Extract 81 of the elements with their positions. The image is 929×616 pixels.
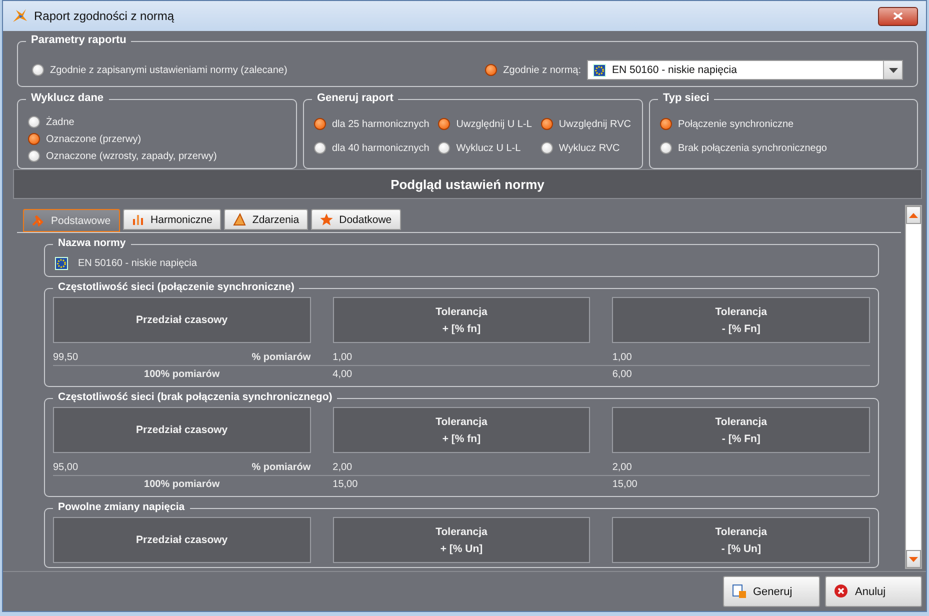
row-label: 100% pomiarów [144, 478, 220, 490]
column-header: Tolerancja + [% Un] [332, 517, 590, 563]
cancel-icon [834, 584, 849, 599]
radio-button[interactable] [660, 118, 672, 130]
table-cell-text: 1,00 [612, 352, 633, 362]
warning-icon [233, 213, 246, 226]
star-icon [320, 213, 334, 226]
row-label: % pomiarów [252, 462, 311, 472]
close-icon [893, 12, 903, 20]
group-title: Powolne zmiany napięcia [53, 501, 190, 513]
radio-label[interactable]: Wyklucz U L-L [456, 142, 521, 154]
column-header: Przedział czasowy [53, 297, 311, 343]
scroll-down-icon [909, 556, 918, 562]
radio-label[interactable]: Zgodnie z zapisanymi ustawieniami normy (zalecane) [50, 64, 288, 76]
column-header: Tolerancja - [% Un] [612, 517, 870, 563]
tab[interactable]: Podstawowe [23, 209, 120, 232]
radio-button[interactable] [438, 142, 450, 154]
group-title: Generuj raport [312, 92, 398, 104]
radio-label[interactable]: Uwzględnij RVC [558, 118, 631, 130]
norm-name: EN 50160 - niskie napięcia [78, 258, 197, 269]
radio-button[interactable] [28, 150, 40, 162]
group-title: Częstotliwość sieci (brak połączenia synchronicznego) [53, 391, 338, 403]
button[interactable]: Generuj [723, 576, 820, 607]
table-cell-text: 2,00 [332, 462, 354, 472]
scroll-up-icon [909, 212, 918, 218]
radio-button[interactable] [540, 142, 553, 154]
radio-button[interactable] [660, 142, 672, 154]
radio-button[interactable] [28, 116, 40, 128]
table-cell-text: 15,00 [332, 478, 359, 490]
column-header: Tolerancja + [% fn] [332, 407, 590, 453]
tab[interactable]: Dodatkowe [311, 209, 401, 230]
scrollbar[interactable] [905, 205, 922, 569]
radio-button[interactable] [28, 133, 40, 145]
table-cell-text: 2,00 [612, 462, 633, 472]
column-header: Tolerancja - [% Fn] [612, 297, 870, 343]
radio-label[interactable]: Brak połączenia synchronicznego [678, 142, 827, 154]
report-icon [732, 584, 747, 599]
flag-icon [55, 257, 68, 270]
group-title: Typ sieci [658, 92, 714, 104]
group-title: Parametry raportu [26, 34, 132, 46]
radio-button[interactable] [32, 64, 44, 76]
radio-label[interactable]: dla 40 harmonicznych [332, 142, 430, 154]
radio-button[interactable] [540, 118, 553, 130]
radio-label[interactable]: Połączenie synchroniczne [678, 118, 794, 130]
button[interactable]: Anuluj [825, 576, 922, 607]
row-label: % pomiarów [252, 352, 311, 362]
preview-header: Podgląd ustawień normy [13, 169, 922, 199]
column-header: Tolerancja - [% Fn] [612, 407, 870, 453]
table-cell-text: 4,00 [332, 368, 354, 380]
column-header: Przedział czasowy [53, 407, 311, 453]
group-title: Częstotliwość sieci (połączenie synchroniczne) [53, 281, 300, 293]
app-logo-icon [11, 8, 28, 24]
table-cell: 99,50 [53, 352, 78, 362]
norm-dropdown[interactable]: EN 50160 - niskie napięcia [587, 60, 903, 80]
window-title: Raport zgodności z normą [34, 9, 176, 23]
radio-button[interactable] [485, 64, 498, 76]
radio-button[interactable] [438, 118, 450, 130]
column-header: Tolerancja + [% fn] [332, 297, 590, 343]
flag-icon [593, 64, 606, 76]
close-button[interactable] [878, 6, 918, 26]
row-label: 100% pomiarów [144, 368, 220, 380]
group-title: Nazwa normy [53, 237, 131, 249]
group-title: Wyklucz dane [26, 92, 109, 104]
table-cell-text: 15,00 [612, 478, 638, 490]
table-cell-text: 6,00 [612, 368, 633, 380]
radio-label[interactable]: dla 25 harmonicznych [332, 118, 430, 130]
caret-icon [888, 68, 898, 72]
radio-label[interactable]: Uwzględnij U L-L [456, 118, 532, 130]
radio-label[interactable]: Oznaczone (wzrosty, zapady, przerwy) [46, 150, 217, 162]
table-cell: 95,00 [53, 462, 78, 472]
radio-label[interactable]: Żadne [46, 116, 74, 128]
radio-label[interactable]: Zgodnie z normą: [503, 64, 581, 76]
bar-chart-icon [132, 213, 145, 226]
radio-label[interactable]: Oznaczone (przerwy) [46, 134, 142, 144]
radio-label[interactable]: Wyklucz RVC [558, 142, 620, 154]
column-header: Przedział czasowy [53, 517, 311, 563]
radio-button[interactable] [314, 118, 326, 130]
radio-button[interactable] [314, 142, 326, 154]
table-cell-text: 1,00 [332, 352, 354, 362]
tab[interactable]: Harmoniczne [122, 209, 222, 230]
tab[interactable]: Zdarzenia [224, 209, 308, 230]
